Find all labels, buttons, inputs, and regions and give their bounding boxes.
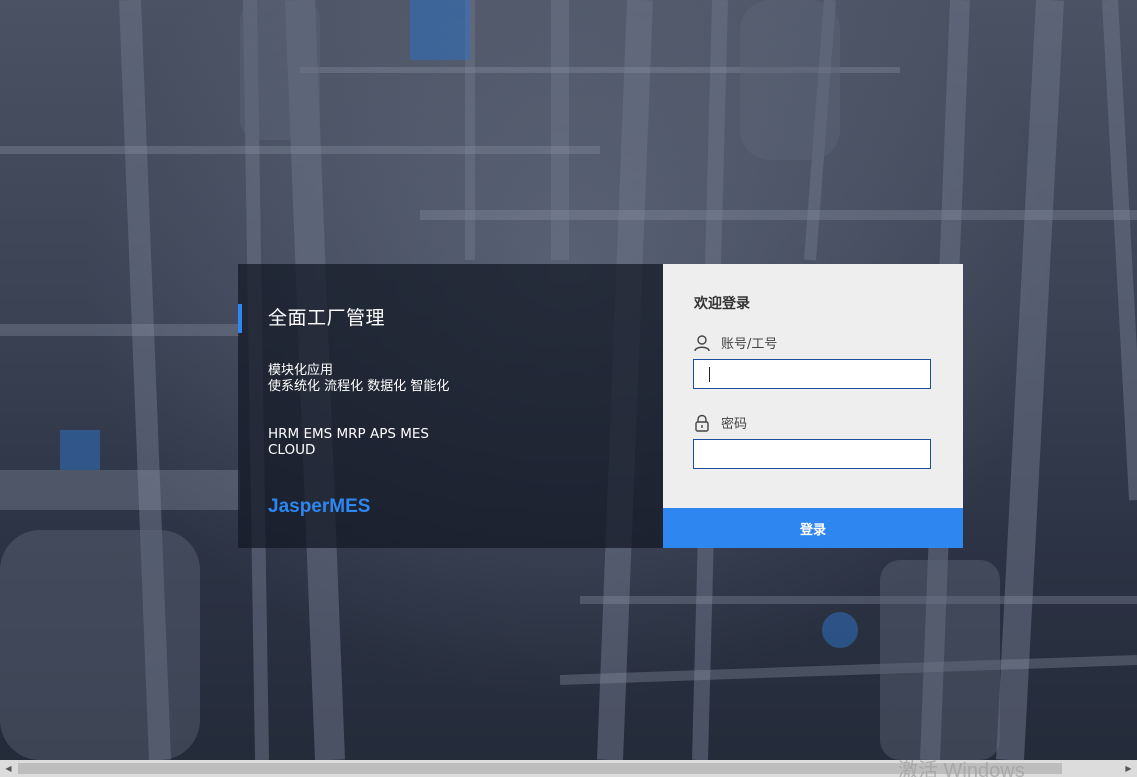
welcome-heading: 欢迎登录 [694,296,750,312]
login-button[interactable]: 登录 [663,508,963,548]
login-page: 全面工厂管理 模块化应用 使系统化 流程化 数据化 智能化 HRM EMS MR… [0,0,1137,777]
password-label: 密码 [693,413,747,432]
lock-icon [693,414,711,432]
account-label-text: 账号/工号 [721,337,778,352]
scroll-left-arrow-icon[interactable]: ◀ [0,760,17,777]
promo-modules: HRM EMS MRP APS MES CLOUD [268,426,429,458]
text-cursor [709,367,710,382]
accent-bar [238,304,242,333]
scroll-right-arrow-icon[interactable]: ▶ [1120,760,1137,777]
promo-text: 模块化应用 使系统化 流程化 数据化 智能化 [268,363,449,395]
activation-watermark: 激活 Windows [898,760,1025,777]
account-label: 账号/工号 [693,333,777,352]
promo-panel: 全面工厂管理 模块化应用 使系统化 流程化 数据化 智能化 HRM EMS MR… [238,264,663,548]
password-input[interactable] [693,439,931,469]
user-icon [693,334,711,352]
promo-title: 全面工厂管理 [268,307,386,329]
password-label-text: 密码 [721,417,748,432]
promo-line-1: 模块化应用 [268,363,334,378]
account-input[interactable] [693,359,931,389]
promo-line-2: 使系统化 流程化 数据化 智能化 [268,379,450,394]
brand-name: JasperMES [268,496,371,517]
login-panel: 欢迎登录 账号/工号 密码 登录 [663,264,963,548]
